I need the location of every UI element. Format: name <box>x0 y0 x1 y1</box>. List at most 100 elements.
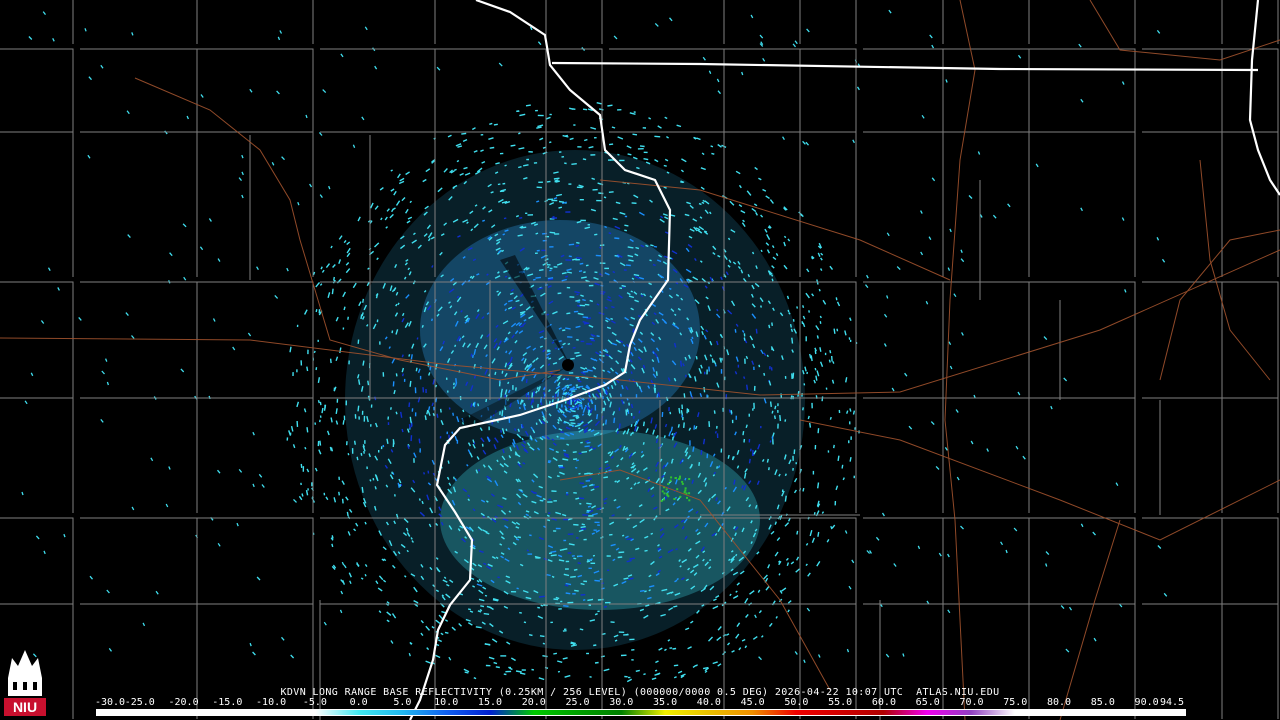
echo-pixel <box>618 423 621 429</box>
echo-pixel <box>421 324 424 328</box>
echo-pixel <box>604 225 607 229</box>
echo-pixel <box>444 631 449 634</box>
echo-pixel <box>569 408 573 411</box>
echo-pixel <box>575 497 580 500</box>
echo-pixel <box>771 410 774 414</box>
echo-pixel <box>566 312 571 315</box>
echo-pixel <box>525 104 531 107</box>
echo-strong-pixel <box>663 498 665 501</box>
echo-pixel <box>594 613 598 616</box>
echo-pixel <box>478 469 481 472</box>
echo-pixel <box>611 306 615 309</box>
echo-pixel <box>734 329 737 333</box>
echo-pixel <box>477 403 480 407</box>
echo-pixel <box>518 166 522 169</box>
echo-pixel <box>462 409 465 413</box>
echo-glow <box>420 220 700 440</box>
echo-pixel <box>434 384 438 388</box>
echo-pixel <box>470 353 473 357</box>
echo-pixel <box>849 456 852 462</box>
echo-strong-pixel <box>681 482 684 485</box>
echo-pixel <box>581 451 588 453</box>
echo-strong-pixel <box>669 479 672 482</box>
colorbar-tick-label: -5.0 <box>302 697 327 708</box>
echo-strong-pixel <box>684 489 687 492</box>
echo-pixel <box>329 446 332 451</box>
echo-pixel <box>306 427 309 433</box>
echo-pixel <box>763 372 766 376</box>
echo-pixel <box>551 399 554 403</box>
echo-strong-pixel <box>683 491 686 494</box>
echo-pixel <box>333 276 335 281</box>
echo-pixel <box>549 231 556 234</box>
echo-pixel <box>612 270 616 274</box>
echo-pixel <box>538 269 544 272</box>
echo-pixel <box>792 372 795 379</box>
echo-pixel <box>519 489 523 492</box>
echo-pixel <box>483 562 487 566</box>
echo-pixel <box>505 350 508 354</box>
echo-pixel <box>480 605 485 608</box>
echo-pixel <box>627 246 634 249</box>
echo-pixel <box>814 367 817 371</box>
echo-pixel <box>563 449 567 452</box>
echo-strong-pixel <box>679 495 682 498</box>
echo-pixel <box>640 450 644 454</box>
echo-pixel <box>769 401 772 407</box>
colorbar-tick-label: 5.0 <box>393 697 412 708</box>
echo-pixel <box>518 132 521 135</box>
colorbar-tick-label: 75.0 <box>1003 697 1028 708</box>
echo-pixel <box>808 310 810 313</box>
echo-pixel <box>672 647 677 650</box>
echo-pixel <box>621 534 625 537</box>
echo-pixel <box>473 401 476 408</box>
echo-pixel <box>454 478 457 482</box>
echo-pixel <box>484 594 488 597</box>
echo-pixel <box>602 423 605 426</box>
echo-pixel <box>693 425 696 430</box>
echo-pixel <box>508 277 511 280</box>
echo-pixel <box>652 263 656 267</box>
echo-pixel <box>802 407 804 411</box>
echo-pixel <box>567 342 571 346</box>
echo-pixel <box>556 435 559 438</box>
echo-pixel <box>655 438 659 444</box>
echo-pixel <box>500 393 503 399</box>
echo-pixel <box>784 473 787 477</box>
echo-pixel <box>566 443 570 446</box>
echo-pixel <box>432 413 435 417</box>
echo-pixel <box>493 123 498 126</box>
echo-pixel <box>536 386 539 390</box>
echo-pixel <box>769 440 772 443</box>
echo-pixel <box>537 403 539 408</box>
echo-pixel <box>654 669 658 672</box>
echo-pixel <box>670 460 674 464</box>
echo-pixel <box>510 144 516 147</box>
echo-pixel <box>642 421 645 427</box>
echo-pixel <box>669 287 672 290</box>
echo-pixel <box>575 244 580 247</box>
echo-pixel <box>321 407 324 414</box>
echo-pixel <box>623 577 629 580</box>
echo-pixel <box>571 388 578 391</box>
echo-pixel <box>558 200 565 203</box>
echo-pixel <box>576 241 580 244</box>
echo-pixel <box>819 315 822 319</box>
colorbar-tick-label: 50.0 <box>784 697 809 708</box>
echo-pixel <box>489 146 495 149</box>
echo-strong-pixel <box>688 492 691 495</box>
echo-pixel <box>673 664 679 667</box>
echo-pixel <box>364 521 367 525</box>
tower-icon <box>8 650 42 696</box>
echo-pixel <box>548 141 552 144</box>
echo-pixel <box>409 642 413 645</box>
echo-pixel <box>586 441 591 444</box>
echo-pixel <box>648 589 651 592</box>
echo-pixel <box>639 145 645 148</box>
echo-pixel <box>504 164 507 167</box>
echo-pixel <box>501 370 504 374</box>
echo-pixel <box>584 404 587 408</box>
echo-pixel <box>624 224 629 227</box>
echo-pixel <box>600 290 606 293</box>
echo-strong-pixel <box>674 477 677 479</box>
